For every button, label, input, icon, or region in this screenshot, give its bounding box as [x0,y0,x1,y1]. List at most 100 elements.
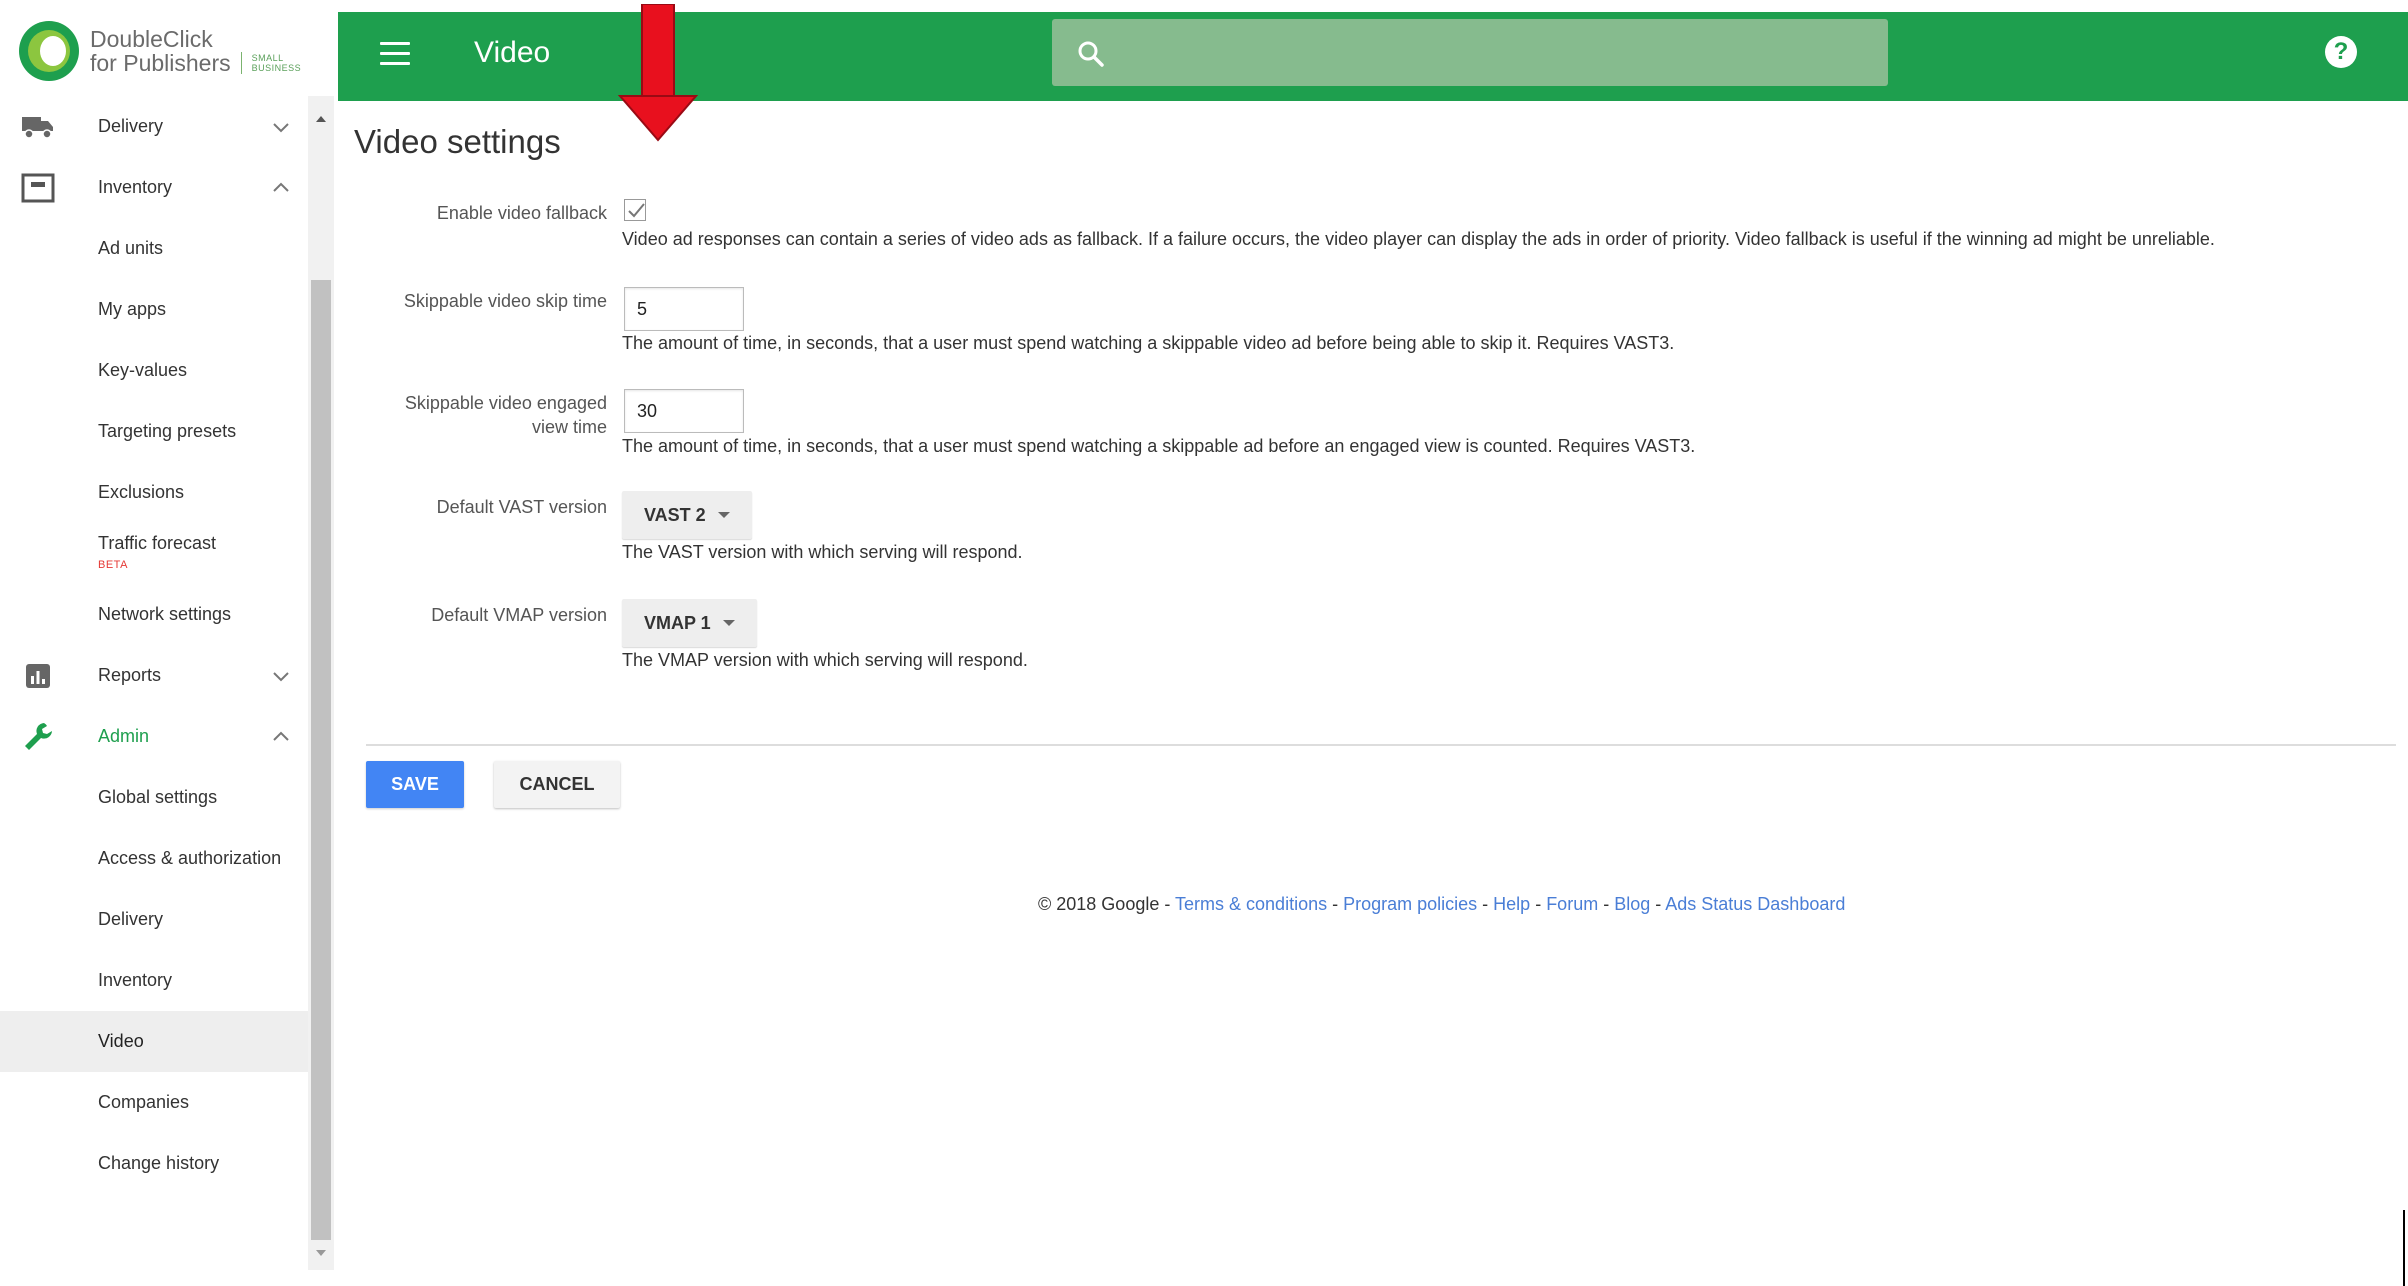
skip-time-description: The amount of time, in seconds, that a u… [622,333,1675,353]
app-title: Video [474,36,551,69]
footer-copyright: © 2018 Google [1038,894,1160,914]
caret-down-icon [717,512,730,518]
footer-separator: - [1650,894,1666,914]
engaged-time-label-line1: Skippable video engaged [404,393,607,413]
sidebar-item-label: Change history [98,1153,220,1173]
logo-text: DoubleClick for Publishers SMALL BUSINES… [90,26,302,75]
scrollbar-thumb[interactable] [311,280,331,1240]
footer-separator: - [1598,894,1615,914]
footer-link-forum[interactable]: Forum [1546,894,1598,914]
sidebar-item-change-history[interactable]: Change history [0,1133,308,1194]
chevron-down-icon[interactable] [270,665,292,687]
sidebar-item-label: Companies [98,1092,190,1112]
dfp-logo[interactable]: DoubleClick for Publishers SMALL BUSINES… [18,20,302,82]
sidebar-item-traffic-forecast[interactable]: Traffic forecast BETA [0,523,308,584]
search-bar[interactable] [1052,19,1888,86]
fallback-checkbox[interactable] [624,199,646,221]
sidebar-item-label: Traffic forecast [98,533,217,553]
footer-link-blog[interactable]: Blog [1614,894,1650,914]
menu-icon[interactable] [380,42,410,70]
sidebar-item-delivery[interactable]: Delivery [0,96,308,157]
engaged-time-label-line2: view time [531,417,607,437]
reports-icon [20,658,56,694]
vast-version-dropdown[interactable]: VAST 2 [622,491,752,539]
truck-icon [20,109,56,145]
sidebar-item-video[interactable]: Video [0,1011,308,1072]
sidebar-item-inventory[interactable]: Inventory [0,157,308,218]
help-icon[interactable]: ? [2325,36,2357,68]
divider [366,744,2396,746]
save-button[interactable]: SAVE [366,761,464,808]
sidebar-item-admin-delivery[interactable]: Delivery [0,889,308,950]
footer-link-terms[interactable]: Terms & conditions [1175,894,1327,914]
sidebar-scrollbar[interactable] [308,96,334,1270]
footer-separator: - [1159,894,1176,914]
sidebar-item-label: Access & authorization [98,848,282,868]
sidebar-item-label: Reports [98,665,162,685]
sidebar-item-access-authorization[interactable]: Access & authorization [0,828,308,889]
sidebar-item-my-apps[interactable]: My apps [0,279,308,340]
sidebar-item-label: Exclusions [98,482,185,502]
sidebar-item-reports[interactable]: Reports [0,645,308,706]
logo-line1: DoubleClick [90,26,213,52]
sidebar-item-label: Delivery [98,909,164,929]
chevron-up-icon[interactable] [270,177,292,199]
search-icon [1076,39,1106,69]
sidebar-item-key-values[interactable]: Key-values [0,340,308,401]
vmap-label: Default VMAP version [431,605,607,625]
sidebar-item-label: Network settings [98,604,232,624]
sidebar-item-label: Inventory [98,177,173,197]
dfp-logo-icon [18,20,80,82]
sidebar: DoubleClick for Publishers SMALL BUSINES… [0,0,308,1286]
fallback-label: Enable video fallback [436,203,607,223]
vast-selected-value: VAST 2 [644,504,706,525]
sidebar-item-label: Ad units [98,238,164,258]
sidebar-item-label: Delivery [98,116,164,136]
skip-time-label: Skippable video skip time [403,291,607,311]
sidebar-item-label: Video [98,1031,144,1051]
chevron-down-icon[interactable] [270,116,292,138]
sidebar-item-label: Key-values [98,360,188,380]
checkmark-icon [628,203,645,218]
sidebar-item-global-settings[interactable]: Global settings [0,767,308,828]
sidebar-item-targeting-presets[interactable]: Targeting presets [0,401,308,462]
skip-time-input[interactable] [624,287,744,331]
footer-separator: - [1327,894,1344,914]
vmap-version-dropdown[interactable]: VMAP 1 [622,599,757,647]
sidebar-item-ad-units[interactable]: Ad units [0,218,308,279]
sidebar-item-exclusions[interactable]: Exclusions [0,462,308,523]
engaged-time-description: The amount of time, in seconds, that a u… [622,436,1696,456]
vmap-selected-value: VMAP 1 [644,612,711,633]
sidebar-item-label: Targeting presets [98,421,237,441]
vast-description: The VAST version with which serving will… [622,542,1023,562]
footer-separator: - [1477,894,1494,914]
text-cursor [2403,1210,2405,1286]
engaged-time-label: Skippable video engaged view time [405,391,607,439]
sidebar-item-companies[interactable]: Companies [0,1072,308,1133]
page-title: Video settings [354,123,561,160]
sidebar-item-network-settings[interactable]: Network settings [0,584,308,645]
vmap-description: The VMAP version with which serving will… [622,650,1028,670]
beta-badge: BETA [98,559,128,571]
sidebar-item-label: Inventory [98,970,173,990]
sidebar-item-admin[interactable]: Admin [0,706,308,767]
sidebar-item-label: My apps [98,299,167,319]
caret-down-icon [722,620,735,626]
logo-separator [240,52,242,74]
engaged-time-input[interactable] [624,389,744,433]
footer: © 2018 Google - Terms & conditions - Pro… [1038,894,1845,915]
scroll-up-icon[interactable] [314,112,328,126]
footer-link-program-policies[interactable]: Program policies [1343,894,1477,914]
fallback-description: Video ad responses can contain a series … [622,229,2215,249]
footer-separator: - [1530,894,1547,914]
footer-link-help[interactable]: Help [1493,894,1530,914]
logo-small-business: SMALL BUSINESS [251,53,302,73]
footer-link-ads-status-dashboard[interactable]: Ads Status Dashboard [1665,894,1845,914]
sidebar-item-admin-inventory[interactable]: Inventory [0,950,308,1011]
search-input[interactable] [1122,19,1872,86]
scroll-down-icon[interactable] [314,1246,328,1260]
sidebar-item-label: Admin [98,726,150,746]
chevron-up-icon[interactable] [270,726,292,748]
cancel-button[interactable]: CANCEL [494,761,620,808]
main-content: Video settings Enable video fallback Vid… [338,101,2408,1286]
